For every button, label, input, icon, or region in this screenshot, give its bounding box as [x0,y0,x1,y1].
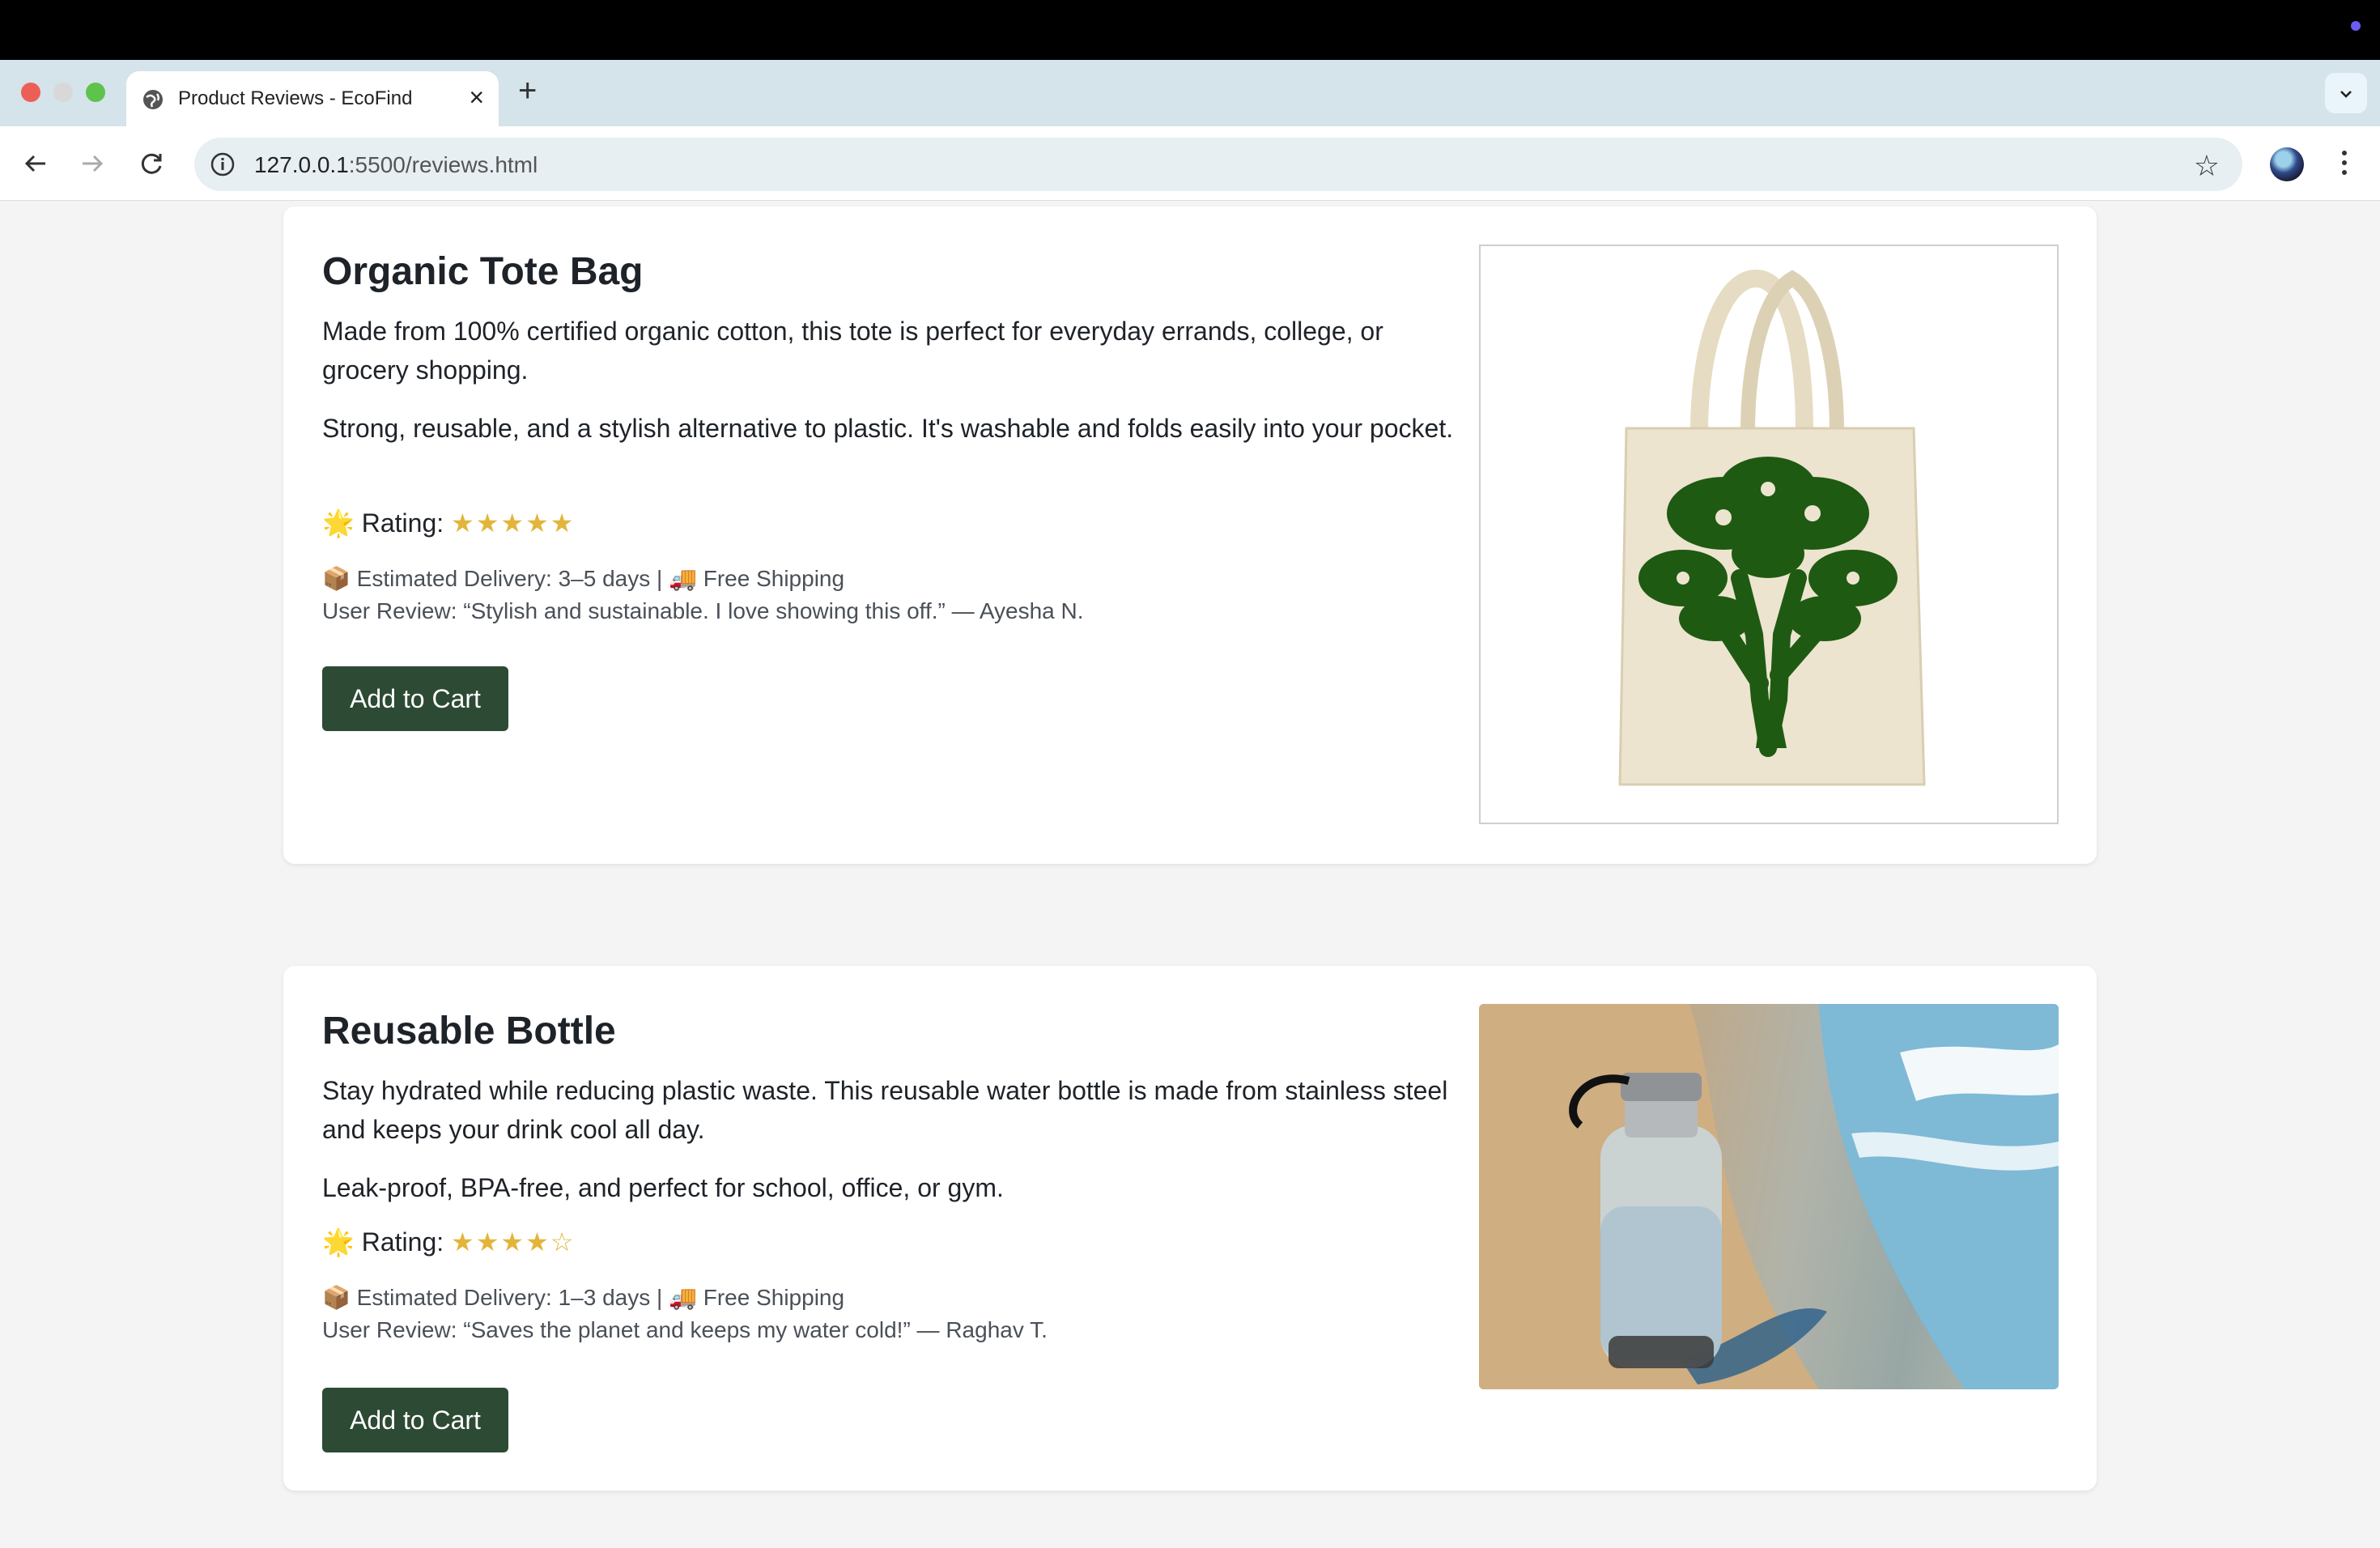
product-rating: 🌟 Rating: ★★★★☆ [322,1227,575,1257]
url-text[interactable]: 127.0.0.1:5500/reviews.html [254,152,538,178]
bottle-on-beach-image [1479,1004,2059,1389]
globe-icon [143,90,163,109]
tab-close-icon[interactable]: × [469,83,484,113]
profile-avatar[interactable] [2270,147,2304,181]
navigation-bar: 127.0.0.1:5500/reviews.html ☆ [0,126,2380,201]
status-dot-icon [2351,21,2361,31]
product-image-reusable-bottle [1479,1004,2059,1389]
back-arrow-icon[interactable] [18,146,53,181]
add-to-cart-button[interactable]: Add to Cart [322,1388,508,1452]
product-meta: 📦 Estimated Delivery: 3–5 days | 🚚 Free … [322,563,1084,627]
address-bar[interactable]: 127.0.0.1:5500/reviews.html ☆ [194,138,2242,191]
window-close-button[interactable] [21,83,40,102]
delivery-info: 📦 Estimated Delivery: 3–5 days | 🚚 Free … [322,566,845,591]
user-review: User Review: “Stylish and sustainable. I… [322,598,1084,623]
product-rating: 🌟 Rating: ★★★★★ [322,508,575,538]
new-tab-button[interactable]: + [518,73,537,109]
rating-label: 🌟 Rating: [322,1227,444,1257]
site-info-icon[interactable] [209,151,236,178]
tab-search-button[interactable] [2325,73,2367,113]
url-host: 127.0.0.1 [254,152,349,177]
system-bar [0,0,2380,60]
window-minimize-button[interactable] [53,83,73,102]
tote-bag-image [1618,269,1926,786]
tab-strip: Product Reviews - EcoFind × + [0,60,2380,126]
rating-stars-icon: ★★★★☆ [451,1227,576,1257]
forward-arrow-icon[interactable] [74,146,110,181]
product-title: Reusable Bottle [322,1010,616,1053]
product-description: Made from 100% certified organic cotton,… [322,317,1383,385]
delivery-info: 📦 Estimated Delivery: 1–3 days | 🚚 Free … [322,1285,845,1310]
tab-product-reviews[interactable]: Product Reviews - EcoFind × [126,71,499,126]
chevron-down-icon [2340,91,2352,98]
product-image-tote-bag [1479,245,2059,824]
product-title: Organic Tote Bag [322,250,644,293]
bookmark-star-icon[interactable]: ☆ [2194,149,2220,183]
browser-menu-icon[interactable] [2335,147,2354,183]
rating-stars-icon: ★★★★★ [451,508,576,538]
window-maximize-button[interactable] [86,83,105,102]
product-card-reusable-bottle: Reusable Bottle Stay hydrated while redu… [283,966,2097,1491]
product-description-secondary: Leak-proof, BPA-free, and perfect for sc… [322,1173,1004,1202]
product-meta: 📦 Estimated Delivery: 1–3 days | 🚚 Free … [322,1282,1048,1346]
user-review: User Review: “Saves the planet and keeps… [322,1317,1048,1342]
product-description-secondary: Strong, reusable, and a stylish alternat… [322,414,1454,443]
add-to-cart-button[interactable]: Add to Cart [322,666,508,731]
product-card-tote-bag: Organic Tote Bag Made from 100% certifie… [283,206,2097,864]
rating-label: 🌟 Rating: [322,508,444,538]
reload-icon[interactable] [134,146,170,181]
tab-title: Product Reviews - EcoFind [178,87,413,109]
product-description: Stay hydrated while reducing plastic was… [322,1076,1448,1144]
url-path: :5500/reviews.html [348,152,538,177]
